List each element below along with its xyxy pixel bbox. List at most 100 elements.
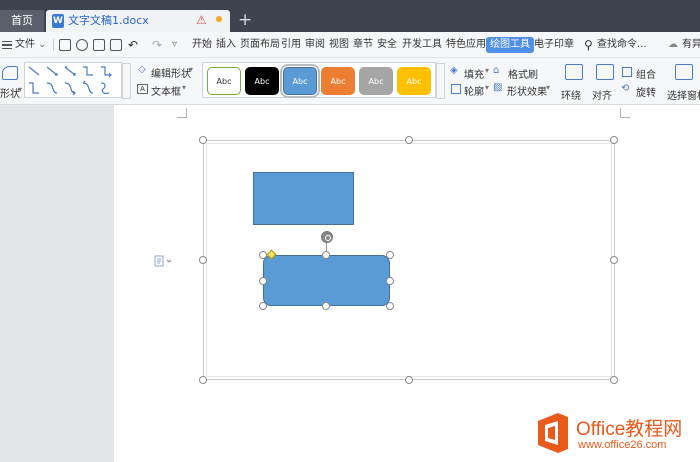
textbox-icon: A: [137, 84, 148, 94]
undo-icon[interactable]: ↶: [128, 32, 138, 58]
elbow-arrow-connector-icon: [101, 66, 112, 78]
customize-toolbar-icon[interactable]: ▿: [172, 32, 177, 58]
swatch-label: Abc: [368, 77, 384, 86]
menu-e-seal[interactable]: 电子印章: [534, 32, 574, 58]
menu-developer[interactable]: 开发工具: [402, 32, 442, 58]
gallery-scroll[interactable]: [122, 63, 131, 99]
search-command[interactable]: 查找命令...: [597, 32, 647, 58]
redo-icon[interactable]: ↷: [152, 32, 162, 58]
print-preview-icon[interactable]: [110, 39, 122, 51]
shape-handle[interactable]: [322, 302, 330, 310]
canvas-handle[interactable]: [199, 136, 207, 144]
shape-style-gallery: Abc Abc Abc Abc Abc Abc: [202, 62, 445, 99]
canvas-handle[interactable]: [610, 136, 618, 144]
style-swatch-white[interactable]: Abc: [207, 67, 241, 95]
style-swatch-gold[interactable]: Abc: [397, 67, 431, 95]
chevron-down-icon[interactable]: ▾: [189, 65, 193, 74]
menu-right-label[interactable]: 有异: [682, 32, 700, 58]
style-swatch-gray[interactable]: Abc: [359, 67, 393, 95]
wrap-button[interactable]: 环绕: [561, 87, 581, 102]
save-icon[interactable]: [59, 39, 71, 51]
document-title: 文字文稿1.docx: [68, 14, 149, 27]
print-icon[interactable]: [93, 39, 105, 51]
watermark: Office教程网 www.office26.com: [534, 410, 700, 462]
style-gallery-scroll[interactable]: [436, 63, 445, 99]
watermark-url: www.office26.com: [578, 439, 667, 451]
shape-handle[interactable]: [259, 277, 267, 285]
canvas-handle[interactable]: [610, 376, 618, 384]
menu-page-layout[interactable]: 页面布局: [240, 32, 280, 58]
shape-handle[interactable]: [259, 251, 267, 259]
shape-label[interactable]: 形状: [0, 85, 20, 100]
canvas-handle[interactable]: [199, 256, 207, 264]
rotate-icon: ⟲: [621, 83, 630, 94]
menu-chapter[interactable]: 章节: [353, 32, 373, 58]
shape-handle[interactable]: [259, 302, 267, 310]
fill-icon: ◈: [450, 65, 458, 76]
menu-start[interactable]: 开始: [192, 32, 212, 58]
menu-divider: [53, 39, 54, 51]
output-icon[interactable]: [76, 39, 88, 51]
style-swatch-black[interactable]: Abc: [245, 67, 279, 95]
double-arrow-connector-icon: [64, 66, 76, 76]
outline-button[interactable]: 轮廓: [464, 83, 484, 98]
connector-shapes[interactable]: [25, 63, 123, 99]
chevron-down-icon[interactable]: ⌄: [38, 32, 46, 58]
shape-handle[interactable]: [386, 302, 394, 310]
shape-handle[interactable]: [386, 251, 394, 259]
shape-icon[interactable]: [2, 66, 18, 80]
textbox-button[interactable]: 文本框: [151, 83, 181, 98]
rotate-button[interactable]: 旋转: [636, 84, 656, 99]
group-button[interactable]: 组合: [636, 66, 656, 81]
curved-arrow-icon: [64, 82, 76, 96]
edit-shape-button[interactable]: 编辑形状: [151, 65, 191, 80]
shape-handle[interactable]: [322, 251, 330, 259]
chevron-down-icon[interactable]: ▾: [182, 83, 186, 92]
menu-security[interactable]: 安全: [377, 32, 397, 58]
paste-options-icon[interactable]: [154, 255, 172, 270]
canvas-handle[interactable]: [199, 376, 207, 384]
shape-effect-button[interactable]: 形状效果: [507, 83, 547, 98]
align-icon[interactable]: [596, 64, 614, 80]
ribbon-drawing-tools: 形状 ▾ ◇ 编辑形状 ▾ A 文本框 ▾ Abc Abc Abc Abc Ab…: [0, 58, 700, 105]
swatch-label: Abc: [292, 77, 308, 86]
unsaved-dot-icon: [216, 16, 222, 22]
menu-view[interactable]: 视图: [329, 32, 349, 58]
menu-insert[interactable]: 插入: [216, 32, 236, 58]
align-button[interactable]: 对齐: [592, 87, 612, 102]
chevron-down-icon[interactable]: ▾: [485, 83, 489, 92]
canvas-handle[interactable]: [405, 136, 413, 144]
rotate-handle-icon[interactable]: [321, 231, 333, 243]
watermark-brand: Office教程网: [576, 419, 683, 440]
swatch-label: Abc: [254, 77, 270, 86]
chevron-down-icon[interactable]: ▾: [18, 85, 22, 94]
hamburger-menu-icon[interactable]: [2, 41, 12, 49]
swatch-label: Abc: [406, 77, 422, 86]
rounded-rectangle-shape[interactable]: [263, 255, 390, 306]
tab-bar: 首页 W 文字文稿1.docx ⚠ +: [0, 0, 700, 32]
menu-review[interactable]: 审阅: [305, 32, 325, 58]
canvas-handle[interactable]: [610, 256, 618, 264]
format-painter-button[interactable]: 格式刷: [508, 66, 538, 81]
selection-pane-icon[interactable]: [675, 64, 693, 80]
wrap-text-icon[interactable]: [565, 64, 583, 80]
add-tab-icon[interactable]: +: [238, 9, 252, 31]
canvas-handle[interactable]: [405, 376, 413, 384]
shape-handle[interactable]: [386, 277, 394, 285]
fill-button[interactable]: 填充: [464, 66, 484, 81]
menu-featured[interactable]: 特色应用: [446, 32, 486, 58]
menu-references[interactable]: 引用: [281, 32, 301, 58]
chevron-down-icon[interactable]: ▾: [485, 66, 489, 75]
menu-file[interactable]: 文件: [15, 32, 35, 58]
selection-pane-button[interactable]: 选择窗格: [667, 87, 700, 102]
chevron-down-icon[interactable]: ▾: [546, 83, 550, 92]
style-swatch-orange[interactable]: Abc: [321, 67, 355, 95]
elbow-double-icon: [29, 82, 39, 94]
tab-document[interactable]: W 文字文稿1.docx ⚠: [46, 10, 230, 32]
rectangle-shape[interactable]: [253, 172, 354, 225]
tab-home[interactable]: 首页: [0, 10, 44, 32]
freeform-icon: [100, 82, 110, 95]
style-swatch-blue[interactable]: Abc: [280, 64, 320, 98]
page-corner-marker: [177, 108, 187, 118]
menu-drawing-tools[interactable]: 绘图工具: [486, 37, 534, 53]
